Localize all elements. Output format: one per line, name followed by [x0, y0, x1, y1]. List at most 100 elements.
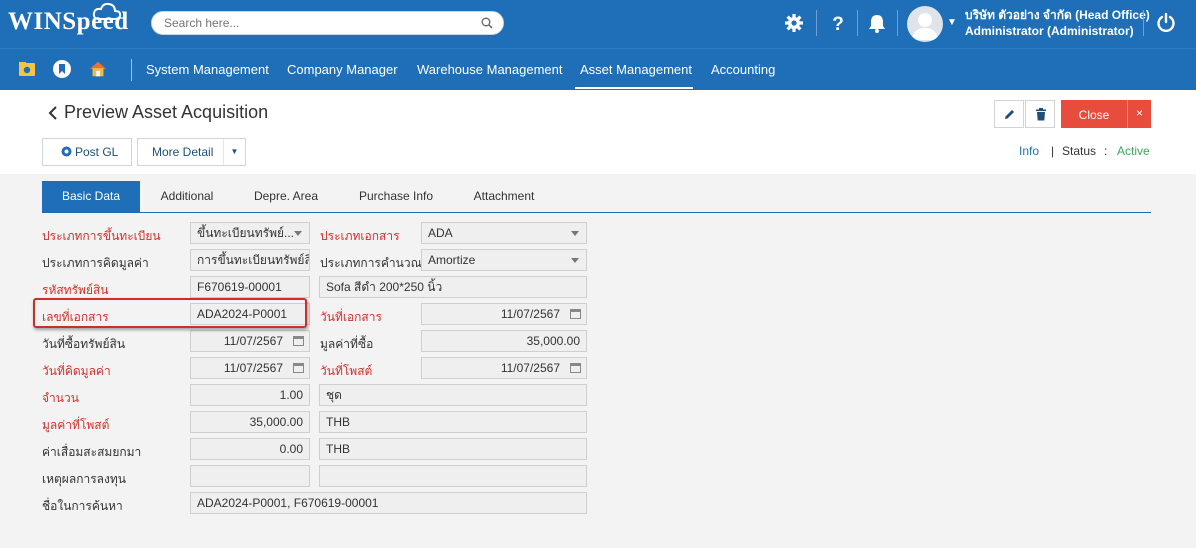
doc-type-value: ADA — [428, 226, 453, 240]
svg-text:?: ? — [832, 14, 844, 34]
more-detail-button[interactable]: More Detail ▼ — [137, 138, 246, 166]
user-name: Administrator (Administrator) — [965, 24, 1134, 38]
user-icon — [912, 13, 938, 40]
bell-icon[interactable] — [866, 12, 888, 34]
tab-basic-data[interactable]: Basic Data — [42, 181, 140, 212]
search-box[interactable] — [151, 11, 504, 35]
purchase-date-field[interactable]: 11/07/2567 — [190, 330, 310, 352]
post-gl-label: Post GL — [75, 145, 119, 159]
tab-purchase-info[interactable]: Purchase Info — [344, 181, 448, 212]
search-name-label: ชื่อในการค้นหา — [42, 499, 123, 513]
search-icon[interactable] — [481, 17, 493, 29]
purchase-date-label: วันที่ซื้อทรัพย์สิน — [42, 337, 126, 351]
doc-date-label: วันที่เอกสาร — [320, 310, 382, 324]
search-name-field[interactable]: ADA2024-P0001, F670619-00001 — [190, 492, 587, 514]
calc-method-label: ประเภทการคำนวณ — [320, 256, 422, 270]
qty-label: จำนวน — [42, 391, 79, 405]
calendar-icon[interactable] — [570, 362, 581, 373]
dropdown-arrow-icon[interactable] — [571, 258, 579, 263]
nav-accounting[interactable]: Accounting — [711, 62, 775, 77]
cloud-icon — [92, 2, 122, 20]
calendar-icon[interactable] — [293, 335, 304, 346]
status-separator: | — [1051, 144, 1055, 158]
back-chevron-icon[interactable] — [48, 106, 58, 120]
purchase-value-label: มูลค่าที่ซื้อ — [320, 337, 374, 351]
asset-name-field[interactable]: Sofa สีดำ 200*250 นิ้ว — [319, 276, 587, 298]
tab-attachment[interactable]: Attachment — [462, 181, 546, 212]
post-currency-field[interactable]: THB — [319, 411, 587, 433]
company-name: บริษัท ตัวอย่าง จำกัด (Head Office) — [965, 8, 1150, 22]
doc-date-value: 11/07/2567 — [500, 307, 560, 321]
reg-type-value: ขึ้นทะเบียนทรัพย์... — [197, 226, 295, 240]
nav-asset-management[interactable]: Asset Management — [580, 62, 692, 77]
asset-code-field[interactable]: F670619-00001 — [190, 276, 310, 298]
search-input[interactable] — [164, 16, 464, 30]
reason-label: เหตุผลการลงทุน — [42, 472, 126, 486]
edit-button[interactable] — [994, 100, 1024, 128]
reason-field[interactable] — [190, 465, 310, 487]
delete-button[interactable] — [1025, 100, 1055, 128]
calc-date-label: วันที่คิดมูลค่า — [42, 364, 111, 378]
calc-type-field[interactable]: การขึ้นทะเบียนทรัพย์สิ — [190, 249, 310, 271]
main-nav: System Management Company Manager Wareho… — [0, 48, 1196, 90]
reg-type-label: ประเภทการขึ้นทะเบียน — [42, 229, 161, 243]
accum-dep-label: ค่าเสื่อมสะสมยกมา — [42, 445, 142, 459]
more-detail-label: More Detail — [152, 145, 214, 159]
post-date-value: 11/07/2567 — [500, 361, 560, 375]
trash-icon — [1036, 108, 1046, 121]
dropdown-arrow-icon[interactable] — [571, 231, 579, 236]
pencil-icon — [1005, 110, 1014, 119]
post-value-label: มูลค่าที่โพสต์ — [42, 418, 110, 432]
doc-date-field[interactable]: 11/07/2567 — [421, 303, 587, 325]
doc-no-highlight — [33, 298, 307, 328]
power-icon[interactable] — [1155, 12, 1177, 34]
tab-additional[interactable]: Additional — [146, 181, 228, 212]
status-colon: : — [1104, 144, 1108, 158]
post-value-field[interactable]: 35,000.00 — [190, 411, 310, 433]
qty-field[interactable]: 1.00 — [190, 384, 310, 406]
caret-down-icon[interactable]: ▼ — [223, 139, 245, 165]
page-title: Preview Asset Acquisition — [64, 102, 269, 122]
nav-warehouse-management[interactable]: Warehouse Management — [417, 62, 563, 77]
nav-system-management[interactable]: System Management — [146, 62, 269, 77]
doc-type-select[interactable]: ADA — [421, 222, 587, 244]
info-link[interactable]: Info — [1019, 144, 1039, 158]
home-icon[interactable] — [88, 59, 108, 79]
folder-icon[interactable] — [17, 59, 37, 79]
accum-dep-field[interactable]: 0.00 — [190, 438, 310, 460]
dropdown-arrow-icon[interactable] — [294, 231, 302, 236]
post-date-label: วันที่โพสต์ — [320, 364, 373, 378]
content-area — [0, 174, 1196, 548]
help-icon[interactable]: ? — [827, 12, 849, 34]
doc-type-label: ประเภทเอกสาร — [320, 229, 400, 243]
top-header: WINSpeed ? ▼ บริษัท ตัวอย่าง จำกัด (Hea — [0, 0, 1196, 48]
close-x-icon[interactable]: × — [1127, 100, 1151, 128]
unit-field[interactable]: ชุด — [319, 384, 587, 406]
purchase-date-value: 11/07/2567 — [223, 334, 283, 348]
calc-method-value: Amortize — [428, 253, 476, 267]
calc-method-select[interactable]: Amortize — [421, 249, 587, 271]
avatar[interactable] — [907, 6, 943, 42]
calc-type-label: ประเภทการคิดมูลค่า — [42, 256, 149, 270]
accum-currency-field[interactable]: THB — [319, 438, 587, 460]
gear-icon[interactable] — [783, 12, 805, 34]
nav-active-indicator — [575, 87, 693, 89]
status-badge: Active — [1117, 144, 1150, 158]
purchase-value-field[interactable]: 35,000.00 — [421, 330, 587, 352]
calendar-icon[interactable] — [570, 308, 581, 319]
tab-depre-area[interactable]: Depre. Area — [242, 181, 330, 212]
user-info[interactable]: บริษัท ตัวอย่าง จำกัด (Head Office) Admi… — [965, 7, 1150, 39]
bookmark-icon[interactable] — [52, 59, 72, 79]
post-gl-button[interactable]: Post GL — [42, 138, 132, 166]
calc-date-field[interactable]: 11/07/2567 — [190, 357, 310, 379]
status-label: Status — [1062, 144, 1097, 158]
close-button[interactable]: Close — [1061, 100, 1127, 128]
calc-date-value: 11/07/2567 — [223, 361, 283, 375]
reg-type-select[interactable]: ขึ้นทะเบียนทรัพย์... — [190, 222, 310, 244]
calendar-icon[interactable] — [293, 362, 304, 373]
nav-company-manager[interactable]: Company Manager — [287, 62, 398, 77]
post-date-field[interactable]: 11/07/2567 — [421, 357, 587, 379]
chevron-down-icon[interactable]: ▼ — [947, 17, 957, 28]
reason-field-2[interactable] — [319, 465, 587, 487]
post-gl-icon — [61, 146, 72, 157]
